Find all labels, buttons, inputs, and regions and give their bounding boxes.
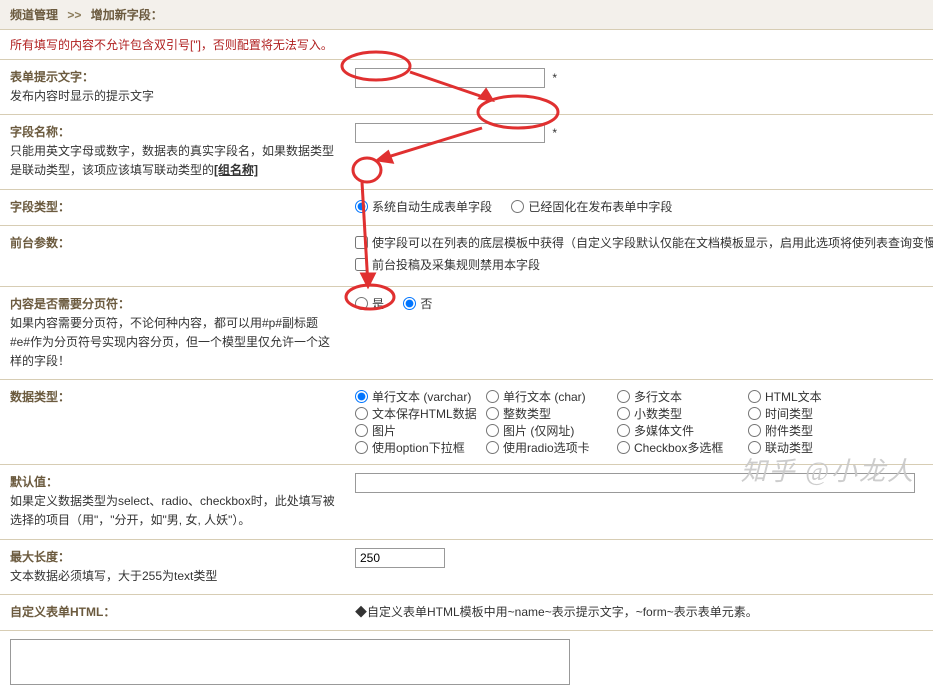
prompt-input[interactable] [355,68,545,88]
dtype-opt[interactable]: 文本保存HTML数据 [355,405,470,422]
dtype-radio[interactable] [748,407,761,420]
dtype-opt[interactable]: 图片 [355,422,470,439]
name-input[interactable] [355,123,545,143]
prompt-star: * [552,71,557,85]
dtype-radio[interactable] [355,407,368,420]
name-star: * [552,126,557,140]
ftype-title: 字段类型： [10,198,335,215]
dtype-radio[interactable] [355,441,368,454]
ftype-radio-auto[interactable] [355,200,368,213]
breadcrumb: 频道管理 >> 增加新字段： [0,0,933,30]
dtype-radio[interactable] [617,424,630,437]
front-chk-disable[interactable] [355,258,368,271]
customhtml-title: 自定义表单HTML： [10,603,335,620]
breadcrumb-sep: >> [67,8,81,22]
dtype-opt[interactable]: 多行文本 [617,388,732,405]
ftype-opt-fixed[interactable]: 已经固化在发布表单中字段 [511,198,672,215]
pagebreak-radio-no[interactable] [403,297,416,310]
dtype-radio[interactable] [486,441,499,454]
default-input[interactable] [355,473,915,493]
dtype-opt[interactable]: 整数类型 [486,405,601,422]
form-table: 表单提示文字： 发布内容时显示的提示文字 * 字段名称： 只能用英文字母或数字，… [0,60,933,696]
ftype-opt-auto[interactable]: 系统自动生成表单字段 [355,198,492,215]
dtype-radio[interactable] [486,390,499,403]
front-chk-listable[interactable] [355,236,368,249]
dtype-radio[interactable] [617,390,630,403]
dtype-opt[interactable]: 使用radio选项卡 [486,439,601,456]
dtype-radio[interactable] [617,441,630,454]
prompt-desc: 发布内容时显示的提示文字 [10,87,335,106]
dtype-radio[interactable] [486,424,499,437]
front-opt-listable[interactable]: 使字段可以在列表的底层模板中获得（自定义字段默认仅能在文档模板显示，启用此选项将… [355,234,933,251]
pagebreak-radio-yes[interactable] [355,297,368,310]
dtype-opt[interactable]: 图片 (仅网址) [486,422,601,439]
dtype-opt[interactable]: 联动类型 [748,439,863,456]
breadcrumb-b: 增加新字段： [91,8,163,22]
dtype-radio[interactable] [748,441,761,454]
pagebreak-no[interactable]: 否 [403,295,432,312]
dtype-opt[interactable]: 小数类型 [617,405,732,422]
dtype-radio[interactable] [486,407,499,420]
default-title: 默认值： [10,473,335,490]
pagebreak-title: 内容是否需要分页符： [10,295,335,312]
dtype-radio[interactable] [617,407,630,420]
front-title: 前台参数： [10,234,335,251]
maxlen-input[interactable] [355,548,445,568]
dtype-opt[interactable]: HTML文本 [748,388,863,405]
dtype-opt[interactable]: 单行文本 (varchar) [355,388,470,405]
dtype-radio[interactable] [355,390,368,403]
customhtml-textarea[interactable] [10,639,570,685]
pagebreak-desc: 如果内容需要分页符，不论何种内容，都可以用#p#副标题#e#作为分页符号实现内容… [10,314,335,372]
dtype-opt[interactable]: 单行文本 (char) [486,388,601,405]
prompt-title: 表单提示文字： [10,68,335,85]
warning-text: 所有填写的内容不允许包含双引号["]，否则配置将无法写入。 [0,30,933,60]
dtype-opt[interactable]: 时间类型 [748,405,863,422]
name-desc: 只能用英文字母或数字，数据表的真实字段名，如果数据类型是联动类型，该项应该填写联… [10,142,335,180]
name-title: 字段名称： [10,123,335,140]
dtype-opt[interactable]: Checkbox多选框 [617,439,732,456]
front-opt-disable[interactable]: 前台投稿及采集规则禁用本字段 [355,256,540,273]
pagebreak-yes[interactable]: 是 [355,295,384,312]
dtype-opt[interactable]: 多媒体文件 [617,422,732,439]
group-name-link[interactable]: [组名称] [214,163,258,177]
dtype-opt[interactable]: 使用option下拉框 [355,439,470,456]
maxlen-title: 最大长度： [10,548,335,565]
dtype-title: 数据类型： [10,388,335,405]
ftype-radio-fixed[interactable] [511,200,524,213]
customhtml-note: ◆自定义表单HTML模板中用~name~表示提示文字，~form~表示表单元素。 [355,603,923,620]
default-desc: 如果定义数据类型为select、radio、checkbox时，此处填写被选择的… [10,492,335,530]
dtype-opt[interactable]: 附件类型 [748,422,863,439]
breadcrumb-a: 频道管理 [10,8,58,22]
dtype-radio[interactable] [748,390,761,403]
maxlen-desc: 文本数据必须填写，大于255为text类型 [10,567,335,586]
dtype-radio[interactable] [355,424,368,437]
dtype-radio[interactable] [748,424,761,437]
